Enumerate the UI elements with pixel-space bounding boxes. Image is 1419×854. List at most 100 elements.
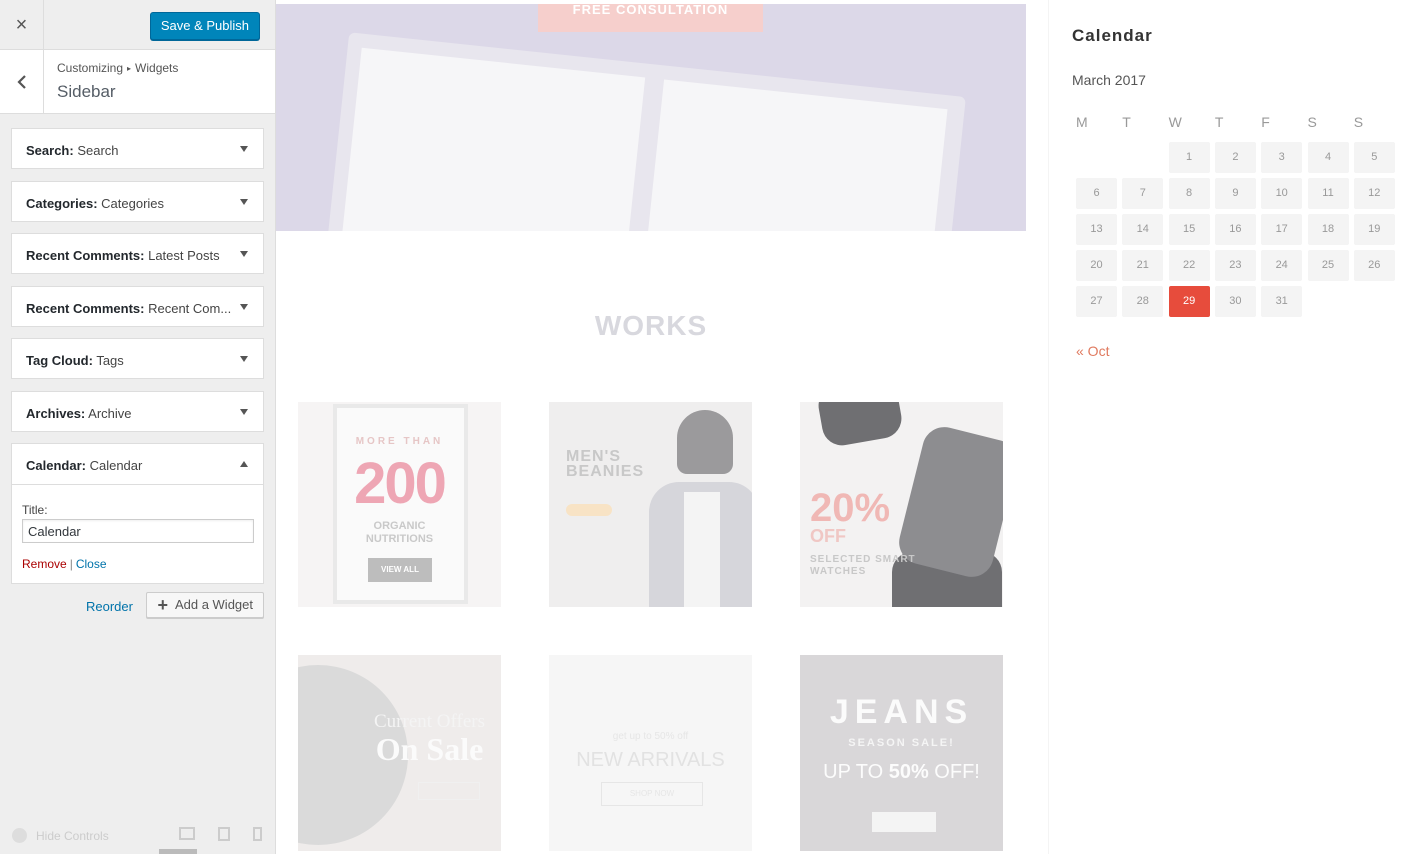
caret-down-icon[interactable] [240, 303, 248, 310]
free-consultation-button[interactable]: FREE CONSULTATION [538, 4, 763, 32]
mobile-icon[interactable] [253, 827, 262, 841]
notebook-left-page [337, 47, 646, 231]
calendar-day[interactable]: 4 [1307, 142, 1349, 173]
tile-text: SEASON SALE! [848, 737, 955, 749]
tile-button: VIEW ALL [368, 558, 432, 582]
portfolio-tile-beanies[interactable]: MEN'S BEANIES [549, 402, 752, 607]
widget-title: Latest Posts [148, 248, 220, 263]
calendar-day[interactable]: 1 [1168, 142, 1210, 173]
add-widget-label: Add a Widget [174, 597, 253, 612]
widget-type: Search: [26, 143, 74, 158]
hide-controls-button[interactable]: Hide Controls [12, 828, 109, 843]
calendar-day[interactable]: 27 [1076, 286, 1117, 317]
notebook-illustration [322, 32, 966, 231]
calendar-day[interactable]: 26 [1353, 250, 1395, 281]
tile-text: UP TO 50% OFF! [823, 761, 980, 783]
portfolio-tile-organic[interactable]: MORE THAN 200 ORGANIC NUTRITIONS VIEW ALL [298, 402, 501, 607]
caret-down-icon[interactable] [240, 251, 248, 257]
portfolio-tile-watches[interactable]: 20% OFF SELECTED SMART WATCHES [800, 402, 1003, 607]
calendar-day[interactable]: 3 [1261, 142, 1303, 173]
calendar-day[interactable]: 5 [1353, 142, 1395, 173]
tile-button: SHOP NOW [601, 782, 703, 806]
calendar-day[interactable]: 13 [1076, 214, 1117, 245]
widget-list: Search: Search Categories: Categories Re… [11, 128, 264, 584]
widget-recent-comments[interactable]: Recent Comments: Recent Com... [11, 285, 264, 327]
close-widget-link[interactable]: Close [76, 557, 107, 571]
close-customizer-button[interactable]: × [0, 0, 44, 50]
weekday-label: F [1261, 114, 1270, 130]
calendar-day[interactable]: 18 [1307, 214, 1349, 245]
calendar-day[interactable]: 24 [1261, 250, 1303, 281]
calendar-day[interactable]: 21 [1122, 250, 1164, 281]
tile-text: 200 [354, 451, 447, 516]
tile-text: NEW ARRIVALS [576, 749, 725, 771]
calendar-prev-link[interactable]: « Oct [1076, 343, 1109, 359]
tile-text: Current Offers [374, 711, 485, 732]
calendar-day[interactable]: 28 [1122, 286, 1164, 317]
calendar-day[interactable]: 11 [1307, 178, 1349, 209]
caret-up-icon[interactable] [240, 461, 248, 467]
calendar-day[interactable]: 19 [1353, 214, 1395, 245]
caret-down-icon[interactable] [240, 356, 248, 362]
widget-title: Calendar [89, 458, 143, 473]
tile-text: SELECTED SMART WATCHES [810, 554, 916, 577]
device-switcher [179, 827, 262, 841]
calendar-day[interactable]: 22 [1168, 250, 1210, 281]
portfolio-tile-arrivals[interactable]: get up to 50% off NEW ARRIVALS SHOP NOW [549, 655, 752, 851]
reorder-link[interactable]: Reorder [86, 599, 133, 614]
breadcrumb-current: Widgets [135, 61, 179, 75]
customizer-panel: × Save & Publish Customizing ▸ Widgets Sid… [0, 0, 276, 854]
calendar-day[interactable]: 31 [1261, 286, 1303, 317]
widget-recent-comments-latest[interactable]: Recent Comments: Latest Posts [11, 233, 264, 274]
widget-type: Calendar: [26, 458, 86, 473]
hide-controls-label: Hide Controls [36, 828, 109, 843]
calendar-day[interactable]: 20 [1076, 250, 1117, 281]
title-field-label: Title: [22, 503, 48, 517]
widget-type: Recent Comments: [26, 300, 145, 316]
site-preview: FREE CONSULTATION WORKS MORE THAN 200 OR… [276, 0, 1419, 854]
portfolio-tile-sale[interactable]: Current Offers On Sale [298, 655, 501, 851]
title-input[interactable] [22, 519, 254, 543]
calendar-day[interactable]: 25 [1307, 250, 1349, 281]
calendar-day[interactable]: 12 [1353, 178, 1395, 209]
widget-type: Recent Comments: [26, 248, 145, 263]
caret-down-icon[interactable] [240, 198, 248, 205]
widget-type: Archives: [26, 405, 86, 421]
portfolio-tile-jeans[interactable]: JEANS SEASON SALE! UP TO 50% OFF! [800, 655, 1003, 851]
widget-calendar-body: Title: Remove|Close [12, 485, 263, 583]
tile-text: 20% [810, 486, 891, 530]
calendar-day-today[interactable]: 29 [1168, 286, 1210, 317]
calendar-day[interactable]: 15 [1168, 214, 1210, 245]
add-widget-button[interactable]: + Add a Widget [146, 592, 264, 618]
back-button[interactable] [0, 50, 44, 114]
calendar-day[interactable]: 7 [1122, 178, 1164, 209]
calendar-day[interactable]: 30 [1214, 286, 1256, 317]
widget-search[interactable]: Search: Search [11, 128, 264, 169]
desktop-icon[interactable] [179, 827, 195, 840]
calendar-day[interactable]: 16 [1214, 214, 1256, 245]
caret-down-icon[interactable] [240, 146, 248, 152]
widget-title: Tags [96, 353, 124, 368]
model-shirt [684, 492, 720, 607]
watch-strap [815, 402, 905, 449]
weekday-label: S [1307, 114, 1317, 130]
calendar-day[interactable]: 10 [1261, 178, 1303, 209]
tile-button [872, 812, 936, 832]
calendar-day[interactable]: 2 [1214, 142, 1256, 173]
caret-down-icon[interactable] [240, 408, 248, 415]
calendar-weekdays: MTWTFSS [1076, 114, 1406, 130]
action-separator: | [69, 557, 73, 571]
remove-widget-link[interactable]: Remove [22, 557, 67, 571]
widget-archives[interactable]: Archives: Archive [11, 390, 264, 432]
widget-tag-cloud[interactable]: Tag Cloud: Tags [11, 338, 264, 379]
save-publish-button[interactable]: Save & Publish [149, 12, 260, 40]
calendar-day[interactable]: 14 [1122, 214, 1164, 245]
calendar-day[interactable]: 8 [1168, 178, 1210, 209]
calendar-day[interactable]: 9 [1214, 178, 1256, 209]
calendar-day[interactable]: 23 [1214, 250, 1256, 281]
widget-categories[interactable]: Categories: Categories [11, 180, 264, 222]
tablet-icon[interactable] [218, 827, 230, 841]
calendar-day[interactable]: 17 [1261, 214, 1303, 245]
calendar-day[interactable]: 6 [1076, 178, 1117, 209]
widget-calendar-header[interactable]: Calendar: Calendar [12, 444, 263, 485]
